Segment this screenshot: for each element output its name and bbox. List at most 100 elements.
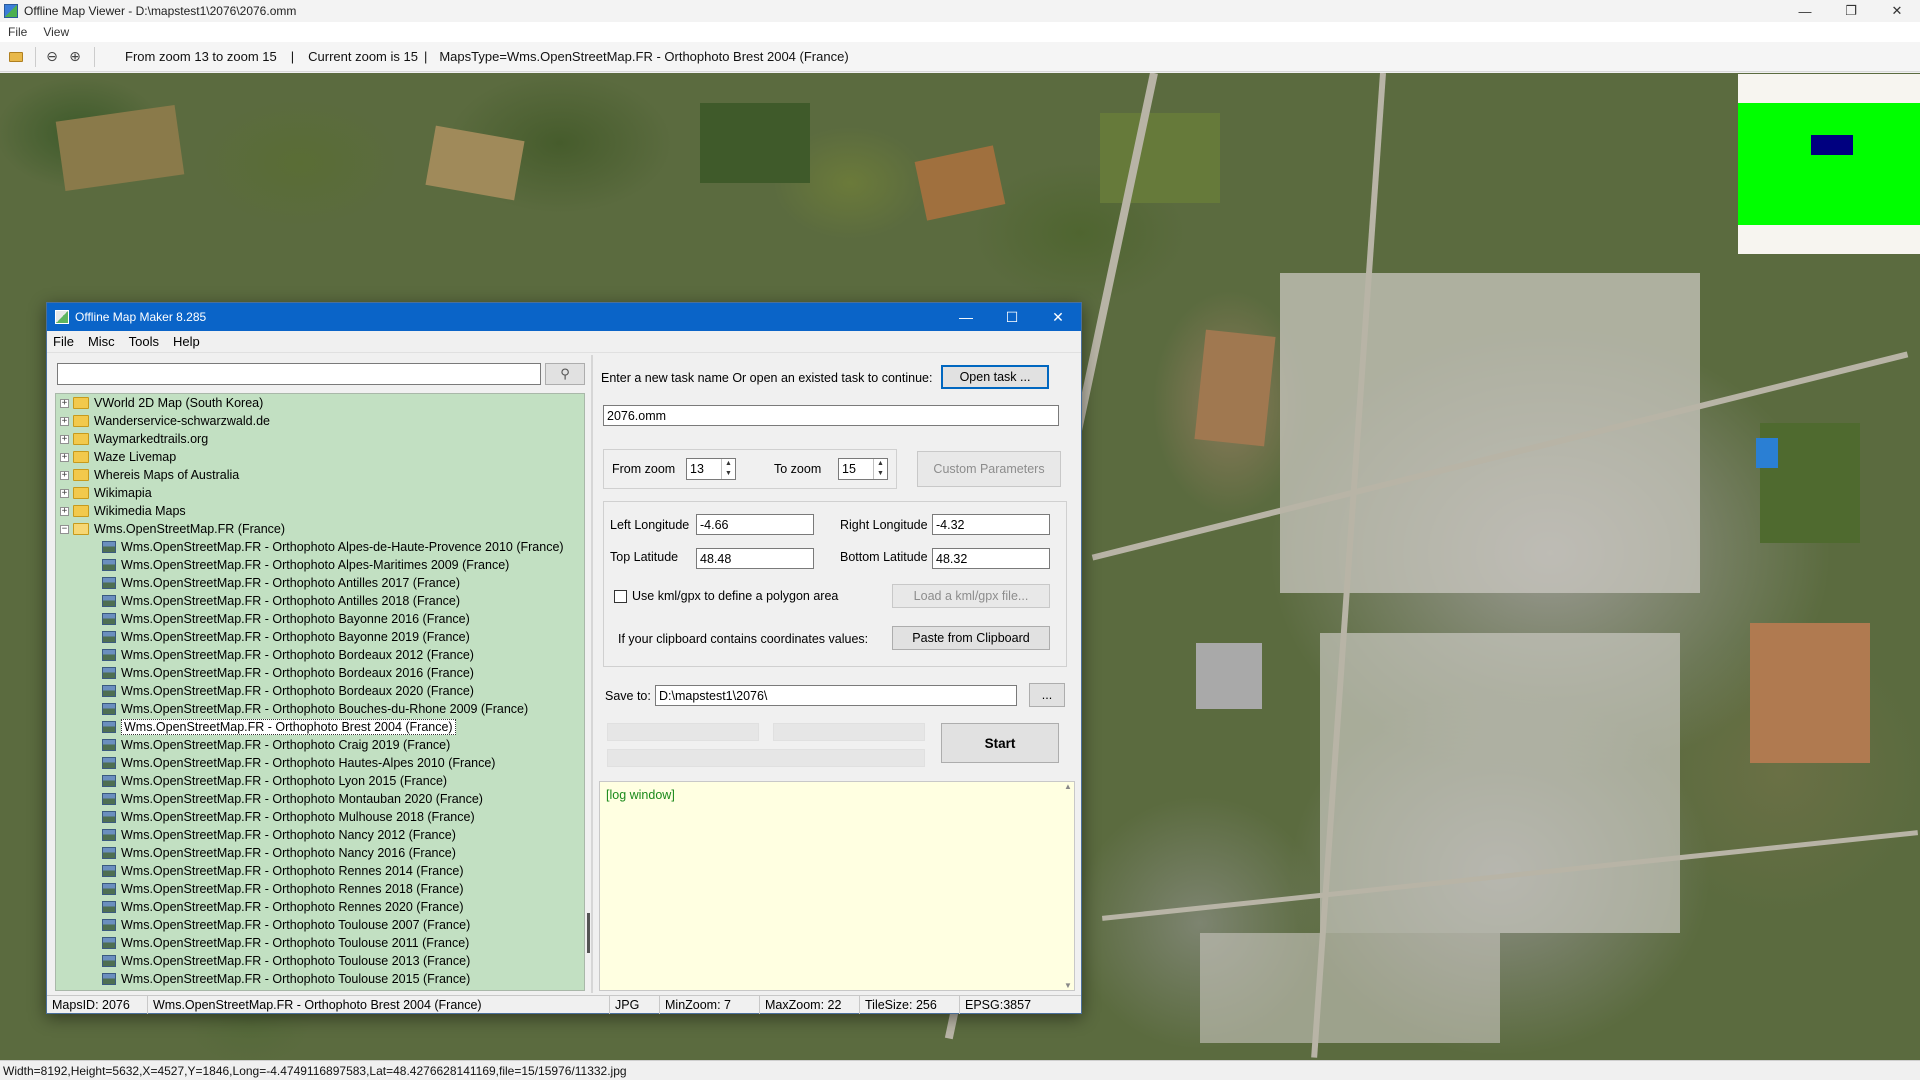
- map-layer-icon: [102, 559, 116, 571]
- tree-map-item[interactable]: Wms.OpenStreetMap.FR - Orthophoto Lyon 2…: [56, 772, 584, 790]
- map-layer-icon: [102, 685, 116, 697]
- tree-map-item[interactable]: Wms.OpenStreetMap.FR - Orthophoto Craig …: [56, 736, 584, 754]
- tree-folder-open[interactable]: − Wms.OpenStreetMap.FR (France): [56, 520, 584, 538]
- tree-map-item[interactable]: Wms.OpenStreetMap.FR - Orthophoto Bordea…: [56, 682, 584, 700]
- expand-icon[interactable]: +: [60, 416, 69, 426]
- tree-folder-label: Wms.OpenStreetMap.FR (France): [94, 522, 286, 536]
- dialog-menu-tools[interactable]: Tools: [129, 334, 159, 349]
- tree-map-item[interactable]: Wms.OpenStreetMap.FR - Orthophoto Toulou…: [56, 934, 584, 952]
- stepper-arrows-icon[interactable]: ▲ ▼: [721, 459, 735, 479]
- tree-map-item[interactable]: Wms.OpenStreetMap.FR - Orthophoto Antill…: [56, 592, 584, 610]
- dialog-menu-file[interactable]: File: [53, 334, 74, 349]
- tree-folder[interactable]: + Waymarkedtrails.org: [56, 430, 584, 448]
- zoom-in-icon[interactable]: ⊕: [65, 47, 85, 67]
- tree-map-item[interactable]: Wms.OpenStreetMap.FR - Orthophoto Rennes…: [56, 880, 584, 898]
- tree-folder[interactable]: + VWorld 2D Map (South Korea): [56, 394, 584, 412]
- expand-icon[interactable]: +: [60, 470, 69, 480]
- tree-map-item[interactable]: Wms.OpenStreetMap.FR - Orthophoto Nancy …: [56, 844, 584, 862]
- dialog-menu-misc[interactable]: Misc: [88, 334, 115, 349]
- expand-icon[interactable]: +: [60, 434, 69, 444]
- log-window[interactable]: [log window] ▲ ▼: [599, 781, 1075, 991]
- dialog-minimize-button[interactable]: —: [943, 303, 989, 331]
- tree-folder-label: Waymarkedtrails.org: [94, 432, 209, 446]
- tree-map-item[interactable]: Wms.OpenStreetMap.FR - Orthophoto Montau…: [56, 790, 584, 808]
- scroll-up-icon[interactable]: ▲: [1062, 782, 1074, 791]
- tree-map-item[interactable]: Wms.OpenStreetMap.FR - Orthophoto Bordea…: [56, 646, 584, 664]
- tree-map-item[interactable]: Wms.OpenStreetMap.FR - Orthophoto Rennes…: [56, 862, 584, 880]
- task-name-input[interactable]: [603, 405, 1059, 426]
- dialog-menu-help[interactable]: Help: [173, 334, 200, 349]
- tree-map-label: Wms.OpenStreetMap.FR - Orthophoto Toulou…: [121, 954, 471, 968]
- expand-icon[interactable]: +: [60, 398, 69, 408]
- tree-map-item[interactable]: Wms.OpenStreetMap.FR - Orthophoto Alpes-…: [56, 556, 584, 574]
- tree-map-item[interactable]: Wms.OpenStreetMap.FR - Orthophoto Mulhou…: [56, 808, 584, 826]
- tree-scrollbar-thumb[interactable]: [587, 913, 590, 953]
- tree-folder-label: Wanderservice-schwarzwald.de: [94, 414, 270, 428]
- open-folder-icon[interactable]: [6, 47, 26, 67]
- top-latitude-input[interactable]: [696, 548, 814, 569]
- tree-folder[interactable]: + Whereis Maps of Australia: [56, 466, 584, 484]
- restore-button[interactable]: ❐: [1828, 0, 1874, 22]
- tree-folder[interactable]: + Wanderservice-schwarzwald.de: [56, 412, 584, 430]
- log-scrollbar[interactable]: ▲ ▼: [1062, 782, 1074, 990]
- tree-map-item[interactable]: Wms.OpenStreetMap.FR - Orthophoto Toulou…: [56, 952, 584, 970]
- tree-map-item[interactable]: Wms.OpenStreetMap.FR - Orthophoto Antill…: [56, 574, 584, 592]
- right-longitude-input[interactable]: [932, 514, 1050, 535]
- tree-map-label: Wms.OpenStreetMap.FR - Orthophoto Toulou…: [121, 972, 471, 986]
- expand-icon[interactable]: +: [60, 452, 69, 462]
- progress-bar-zoom: [773, 723, 925, 741]
- from-zoom-stepper[interactable]: 13 ▲ ▼: [686, 458, 736, 480]
- dialog-menubar: File Misc Tools Help: [47, 331, 1081, 353]
- tree-map-item[interactable]: Wms.OpenStreetMap.FR - Orthophoto Brest …: [56, 718, 584, 736]
- tree-folder[interactable]: + Wikimapia: [56, 484, 584, 502]
- search-icon: ⚲: [560, 366, 570, 381]
- menu-view[interactable]: View: [43, 25, 69, 39]
- tree-map-item[interactable]: Wms.OpenStreetMap.FR - Orthophoto Rennes…: [56, 898, 584, 916]
- browse-button[interactable]: ...: [1029, 683, 1065, 707]
- tree-map-item[interactable]: Wms.OpenStreetMap.FR - Orthophoto Hautes…: [56, 754, 584, 772]
- minimize-button[interactable]: —: [1782, 0, 1828, 22]
- tree-folder[interactable]: + Wikimedia Maps: [56, 502, 584, 520]
- tree-folder-label: Waze Livemap: [94, 450, 177, 464]
- load-kml-button[interactable]: Load a kml/gpx file...: [892, 584, 1050, 608]
- menu-file[interactable]: File: [8, 25, 27, 39]
- tree-map-item[interactable]: Wms.OpenStreetMap.FR - Orthophoto Bouche…: [56, 700, 584, 718]
- search-button[interactable]: ⚲: [545, 363, 585, 385]
- scroll-down-icon[interactable]: ▼: [1062, 981, 1074, 990]
- start-button[interactable]: Start: [941, 723, 1059, 763]
- maps-tree[interactable]: + VWorld 2D Map (South Korea) + Wanderservi…: [55, 393, 585, 991]
- viewer-titlebar: Offline Map Viewer - D:\mapstest1\2076\2…: [0, 0, 1920, 22]
- maps-search-input[interactable]: [57, 363, 541, 385]
- stepper-arrows-icon[interactable]: ▲ ▼: [873, 459, 887, 479]
- open-task-button[interactable]: Open task ...: [941, 365, 1049, 389]
- tree-map-item[interactable]: Wms.OpenStreetMap.FR - Orthophoto Bayonn…: [56, 628, 584, 646]
- left-longitude-input[interactable]: [696, 514, 814, 535]
- tree-map-label: Wms.OpenStreetMap.FR - Orthophoto Bouche…: [121, 702, 529, 716]
- dialog-close-button[interactable]: ✕: [1035, 303, 1081, 331]
- tree-map-label: Wms.OpenStreetMap.FR - Orthophoto Hautes…: [121, 756, 496, 770]
- tree-map-item[interactable]: Wms.OpenStreetMap.FR - Orthophoto Alpes-…: [56, 538, 584, 556]
- dialog-maximize-button[interactable]: ☐: [989, 303, 1035, 331]
- tree-map-label: Wms.OpenStreetMap.FR - Orthophoto Rennes…: [121, 900, 464, 914]
- tree-map-item[interactable]: Wms.OpenStreetMap.FR - Orthophoto Bayonn…: [56, 610, 584, 628]
- tree-map-item[interactable]: Wms.OpenStreetMap.FR - Orthophoto Toulou…: [56, 916, 584, 934]
- overview-minimap[interactable]: [1738, 74, 1920, 254]
- expand-icon[interactable]: +: [60, 488, 69, 498]
- collapse-icon[interactable]: −: [60, 524, 69, 534]
- kml-polygon-checkbox[interactable]: [614, 590, 627, 603]
- tree-map-item[interactable]: Wms.OpenStreetMap.FR - Orthophoto Toulou…: [56, 970, 584, 988]
- custom-parameters-button[interactable]: Custom Parameters: [917, 451, 1061, 487]
- tree-folder[interactable]: + Waze Livemap: [56, 448, 584, 466]
- save-path-input[interactable]: [655, 685, 1017, 706]
- pane-splitter[interactable]: [591, 355, 593, 993]
- from-zoom-label: From zoom: [612, 462, 676, 476]
- zoom-out-icon[interactable]: ⊖: [42, 47, 62, 67]
- expand-icon[interactable]: +: [60, 506, 69, 516]
- close-button[interactable]: ✕: [1874, 0, 1920, 22]
- to-zoom-stepper[interactable]: 15 ▲ ▼: [838, 458, 888, 480]
- paste-clipboard-button[interactable]: Paste from Clipboard: [892, 626, 1050, 650]
- tree-map-item[interactable]: Wms.OpenStreetMap.FR - Orthophoto Nancy …: [56, 826, 584, 844]
- bottom-latitude-input[interactable]: [932, 548, 1050, 569]
- tree-map-item[interactable]: Wms.OpenStreetMap.FR - Orthophoto Bordea…: [56, 664, 584, 682]
- overview-area: [1738, 103, 1920, 225]
